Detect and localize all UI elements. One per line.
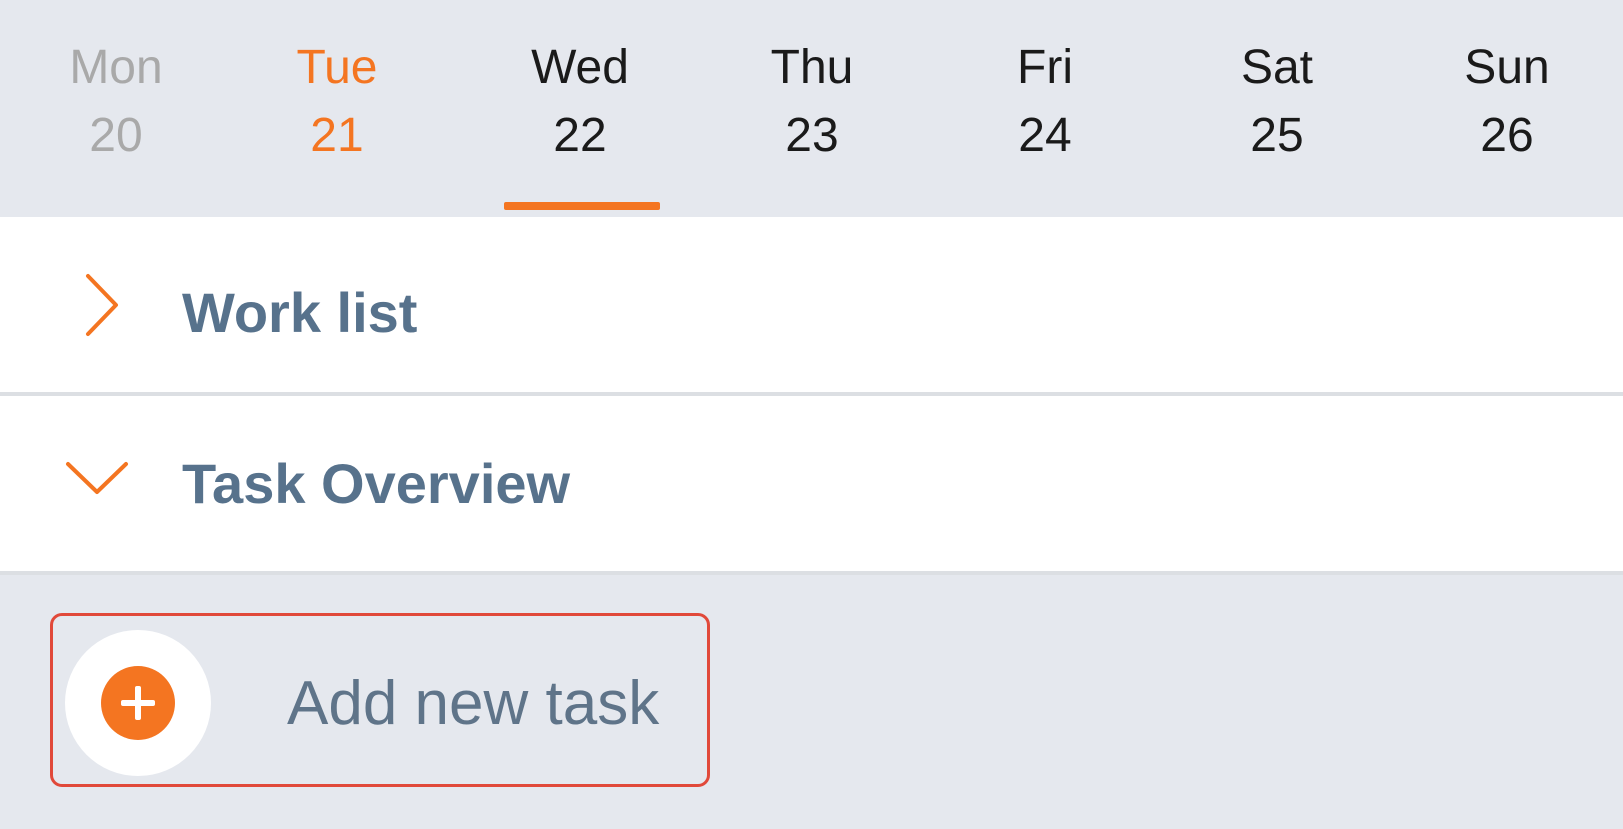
- section-title: Work list: [182, 281, 418, 344]
- day-fri[interactable]: Fri 24: [929, 0, 1161, 217]
- day-number: 21: [310, 109, 364, 162]
- section-title: Task Overview: [182, 452, 571, 515]
- day-number: 25: [1250, 109, 1304, 162]
- section-divider: [0, 571, 1623, 575]
- day-sun[interactable]: Sun 26: [1391, 0, 1623, 217]
- day-thu[interactable]: Thu 23: [696, 0, 928, 217]
- section-work-list[interactable]: Work list: [0, 217, 1623, 392]
- day-name: Mon: [69, 41, 163, 94]
- chevron-down-icon: [64, 458, 130, 503]
- day-tue[interactable]: Tue 21: [221, 0, 453, 217]
- day-mon[interactable]: Mon 20: [0, 0, 232, 217]
- day-number: 23: [785, 109, 839, 162]
- plus-circle-icon: [101, 666, 175, 740]
- day-name: Wed: [531, 41, 629, 94]
- day-number: 26: [1480, 109, 1534, 162]
- day-name: Fri: [1017, 41, 1073, 94]
- day-wed[interactable]: Wed 22: [464, 0, 696, 217]
- section-task-overview[interactable]: Task Overview: [0, 396, 1623, 571]
- add-new-task-label: Add new task: [287, 669, 660, 738]
- day-number: 22: [553, 109, 607, 162]
- day-name: Thu: [770, 41, 854, 94]
- add-icon-container: [65, 630, 211, 776]
- chevron-right-icon: [82, 272, 122, 343]
- day-name: Sat: [1240, 41, 1314, 94]
- day-number: 20: [89, 109, 143, 162]
- week-strip: Mon 20 Tue 21 Wed 22 Thu 23 Fri 24 Sat 2…: [0, 0, 1623, 217]
- add-new-task-button[interactable]: Add new task: [50, 613, 710, 787]
- day-name: Tue: [296, 41, 378, 94]
- app-root: Mon 20 Tue 21 Wed 22 Thu 23 Fri 24 Sat 2…: [0, 0, 1623, 829]
- day-number: 24: [1018, 109, 1072, 162]
- day-name: Sun: [1464, 41, 1550, 94]
- selected-indicator: [504, 202, 660, 210]
- day-sat[interactable]: Sat 25: [1161, 0, 1393, 217]
